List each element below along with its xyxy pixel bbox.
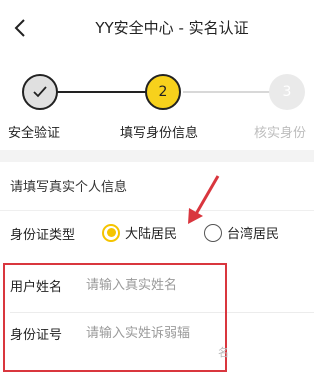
step-3-label: 核实身份: [254, 126, 307, 141]
back-button[interactable]: [6, 14, 34, 42]
id-type-row: 身份证类型 大陆居民 台湾居民: [0, 210, 314, 254]
step-3-number: 3: [282, 84, 292, 100]
radio-mainland[interactable]: 大陆居民: [102, 223, 177, 242]
section-title: 请填写真实个人信息: [10, 180, 128, 195]
page-title: YY安全中心 - 实名认证: [95, 19, 249, 37]
radio-unchecked-icon: [204, 223, 222, 242]
step-connector-1: [45, 91, 151, 93]
highlight-box: [3, 263, 227, 372]
step-connector-2: [183, 91, 271, 93]
id-type-label: 身份证类型: [10, 228, 76, 243]
chevron-left-icon: [14, 19, 25, 37]
radio-taiwan[interactable]: 台湾居民: [204, 223, 279, 242]
step-1-label: 安全验证: [8, 126, 61, 141]
step-2-number: 2: [158, 84, 168, 100]
radio-checked-icon: [102, 223, 120, 242]
radio-mainland-label: 大陆居民: [125, 227, 178, 242]
step-1-indicator: [22, 74, 58, 110]
progress-steps: 2 3 安全验证 填写身份信息 核实身份: [0, 58, 314, 150]
step-3-indicator: 3: [269, 74, 305, 110]
radio-taiwan-label: 台湾居民: [227, 227, 280, 242]
section-gap: [0, 150, 314, 162]
check-icon: [33, 86, 47, 98]
top-bar: YY安全中心 - 实名认证: [0, 0, 314, 58]
watermark: 名: [218, 346, 229, 359]
step-2-label: 填写身份信息: [120, 126, 199, 141]
step-2-indicator: 2: [145, 74, 181, 110]
